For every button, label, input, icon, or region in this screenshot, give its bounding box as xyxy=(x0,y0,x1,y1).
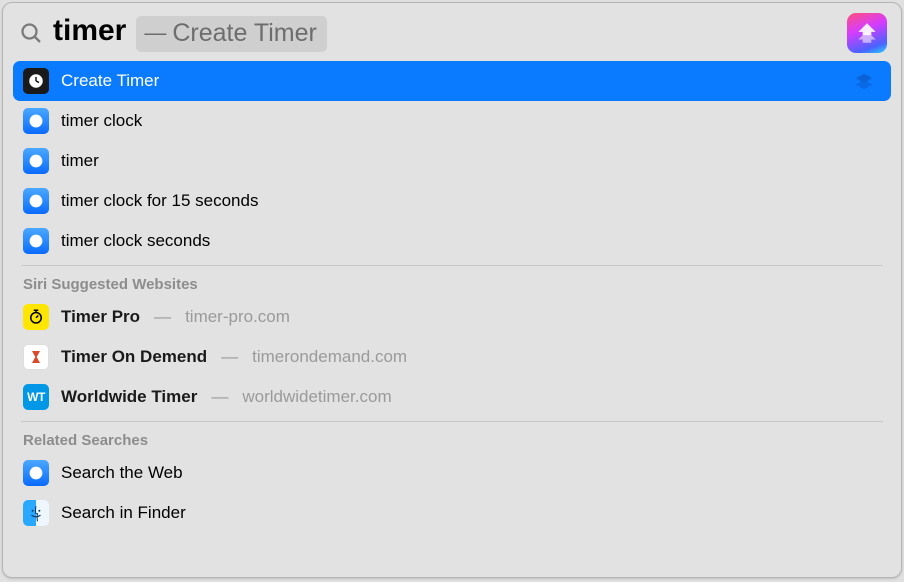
completion-dash: — xyxy=(144,20,166,46)
result-website[interactable]: Timer Pro — timer-pro.com xyxy=(13,297,891,337)
clock-icon xyxy=(23,68,49,94)
finder-icon xyxy=(23,500,49,526)
section-header-websites: Siri Suggested Websites xyxy=(13,270,891,297)
shortcuts-layers-icon xyxy=(853,70,875,92)
dash: — xyxy=(221,347,238,367)
shortcuts-app-icon[interactable] xyxy=(847,13,887,53)
result-suggestion[interactable]: timer clock for 15 seconds xyxy=(13,181,891,221)
result-suggestion[interactable]: timer clock seconds xyxy=(13,221,891,261)
results-list: Create Timer timer clock timer xyxy=(3,61,901,577)
result-website[interactable]: Timer On Demend — timerondemand.com xyxy=(13,337,891,377)
website-title: Timer On Demend xyxy=(61,347,207,367)
search-input-wrap[interactable]: timer — Create Timer xyxy=(53,14,837,52)
search-completion-pill[interactable]: — Create Timer xyxy=(136,16,326,52)
result-create-timer[interactable]: Create Timer xyxy=(13,61,891,101)
result-search-finder[interactable]: Search in Finder xyxy=(13,493,891,533)
safari-icon xyxy=(23,188,49,214)
search-bar: timer — Create Timer xyxy=(3,3,901,61)
search-icon xyxy=(17,19,45,47)
dash: — xyxy=(154,307,171,327)
result-label: Search in Finder xyxy=(61,503,186,523)
result-label: Create Timer xyxy=(61,71,159,91)
result-label: Search the Web xyxy=(61,463,183,483)
result-label: timer clock seconds xyxy=(61,231,210,251)
wt-icon: WT xyxy=(23,384,49,410)
result-label: timer clock xyxy=(61,111,142,131)
result-suggestion[interactable]: timer clock xyxy=(13,101,891,141)
stopwatch-icon xyxy=(23,304,49,330)
safari-icon xyxy=(23,228,49,254)
website-domain: timer-pro.com xyxy=(185,307,290,327)
website-title: Timer Pro xyxy=(61,307,140,327)
hourglass-icon xyxy=(23,344,49,370)
result-label: timer clock for 15 seconds xyxy=(61,191,258,211)
dash: — xyxy=(211,387,228,407)
divider xyxy=(21,421,883,422)
safari-icon xyxy=(23,148,49,174)
website-title: Worldwide Timer xyxy=(61,387,197,407)
safari-icon xyxy=(23,460,49,486)
section-header-related: Related Searches xyxy=(13,426,891,453)
result-website[interactable]: WT Worldwide Timer — worldwidetimer.com xyxy=(13,377,891,417)
result-label: timer xyxy=(61,151,99,171)
website-domain: worldwidetimer.com xyxy=(242,387,391,407)
divider xyxy=(21,265,883,266)
result-suggestion[interactable]: timer xyxy=(13,141,891,181)
search-query-text: timer xyxy=(53,14,126,48)
completion-label: Create Timer xyxy=(172,19,316,48)
website-domain: timerondemand.com xyxy=(252,347,407,367)
safari-icon xyxy=(23,108,49,134)
spotlight-window: timer — Create Timer Create Timer xyxy=(2,2,902,578)
result-search-web[interactable]: Search the Web xyxy=(13,453,891,493)
